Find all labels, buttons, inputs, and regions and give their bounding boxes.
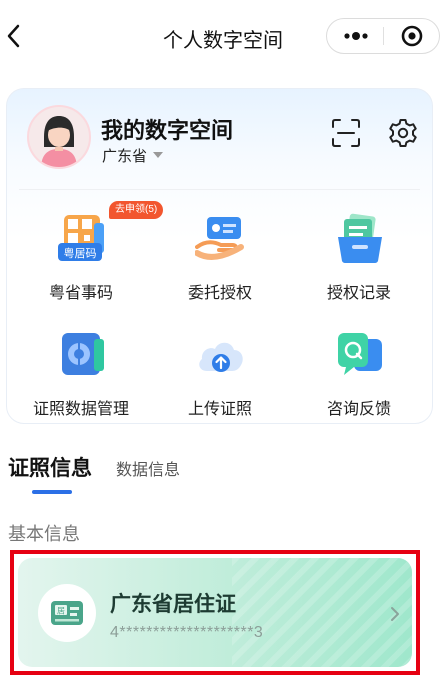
card-divider bbox=[19, 189, 420, 190]
menu-item-label: 粤省事码 bbox=[48, 285, 113, 302]
menu-item-label: 证照数据管理 bbox=[32, 401, 129, 418]
menu-item-feedback[interactable]: 咨询反馈 bbox=[289, 321, 429, 425]
settings-gear-icon[interactable] bbox=[387, 117, 419, 149]
chevron-right-icon bbox=[388, 604, 402, 624]
active-tab-indicator bbox=[32, 490, 72, 494]
digital-space-card: 我的数字空间 广东省 粤居码 粤省事码 委托授权 授权记录 证照数据管理 上传证… bbox=[6, 88, 433, 424]
mini-program-capsule bbox=[326, 18, 440, 54]
province-label: 广东省 bbox=[102, 148, 148, 165]
scan-icon[interactable] bbox=[330, 117, 362, 149]
auth-record-icon bbox=[334, 213, 386, 265]
menu-item-label: 授权记录 bbox=[326, 285, 391, 302]
yue-code-icon-text: 粤居码 bbox=[64, 246, 97, 260]
menu-item-label: 咨询反馈 bbox=[326, 401, 391, 418]
more-icon[interactable] bbox=[327, 19, 383, 53]
menu-item-auth-record[interactable]: 授权记录 bbox=[289, 205, 429, 309]
upload-cloud-icon bbox=[195, 329, 247, 381]
feedback-icon bbox=[334, 329, 386, 381]
menu-item-yue-code[interactable]: 粤居码 粤省事码 bbox=[11, 205, 151, 309]
avatar[interactable] bbox=[27, 105, 91, 169]
nav-bar: 个人数字空间 bbox=[0, 0, 446, 72]
caret-down-icon bbox=[153, 152, 164, 158]
menu-item-label: 上传证照 bbox=[187, 401, 252, 418]
residence-permit-icon-text: 居 bbox=[57, 607, 65, 616]
info-tabs: 证照信息 数据信息 bbox=[0, 450, 446, 500]
province-selector[interactable]: 广东省 bbox=[102, 145, 164, 166]
card-number: 4********************3 bbox=[110, 624, 264, 641]
menu-item-upload-license[interactable]: 上传证照 bbox=[150, 321, 290, 425]
menu-item-label: 委托授权 bbox=[187, 285, 252, 302]
section-title: 基本信息 bbox=[8, 524, 80, 544]
yue-code-icon: 粤居码 bbox=[56, 213, 108, 265]
close-mini-program-icon[interactable] bbox=[384, 19, 440, 53]
tab-license-info[interactable]: 证照信息 bbox=[8, 452, 92, 482]
residence-permit-icon: 居 bbox=[38, 584, 96, 642]
card-title: 广东省居住证 bbox=[110, 593, 236, 616]
space-title: 我的数字空间 bbox=[101, 118, 234, 143]
license-data-safe-icon bbox=[56, 329, 108, 381]
claim-badge: 去申领(5) bbox=[109, 201, 164, 219]
card-pattern bbox=[232, 558, 412, 667]
tab-data-info[interactable]: 数据信息 bbox=[116, 456, 180, 480]
delegate-auth-icon bbox=[194, 213, 247, 265]
residence-permit-card-body: 居 广东省居住证 4********************3 bbox=[18, 558, 412, 667]
residence-permit-card[interactable]: 居 广东省居住证 4********************3 bbox=[10, 550, 420, 675]
menu-item-license-data[interactable]: 证照数据管理 bbox=[11, 321, 151, 425]
menu-item-delegate-auth[interactable]: 委托授权 bbox=[150, 205, 290, 309]
